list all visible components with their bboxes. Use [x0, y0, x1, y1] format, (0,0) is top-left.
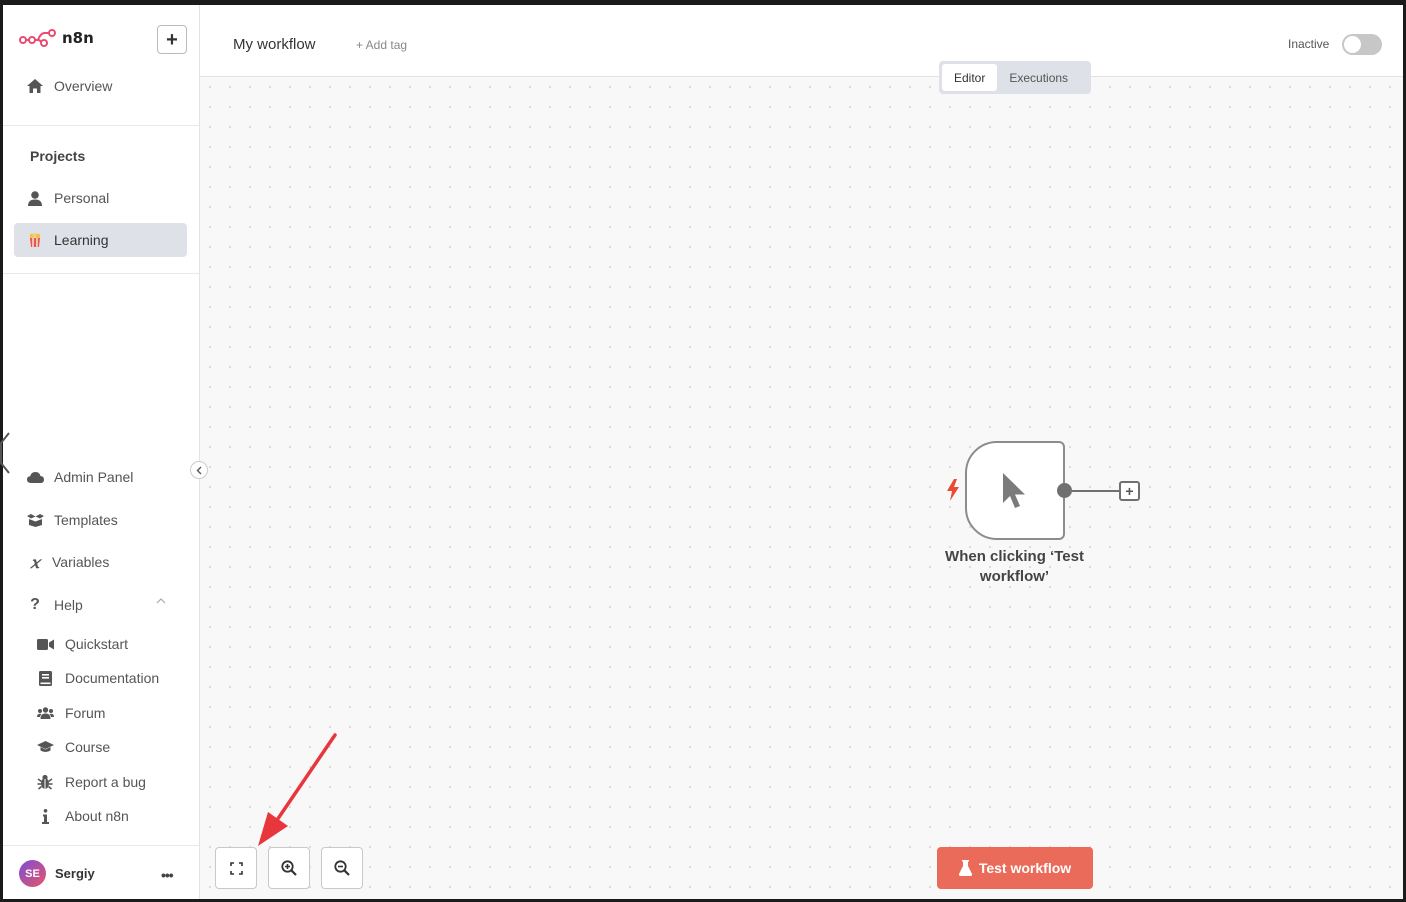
help-item-label: Report a bug: [65, 774, 146, 790]
manual-trigger-node[interactable]: [965, 441, 1065, 540]
node-output-connector: [1072, 490, 1119, 492]
cloud-icon: [25, 471, 45, 483]
user-icon: [25, 190, 45, 206]
sidebar-item-label: Personal: [54, 190, 110, 206]
n8n-logo-icon: [19, 29, 56, 47]
sidebar-item-label: Admin Panel: [54, 469, 134, 485]
logo-text: n8n: [62, 29, 94, 47]
chevron-up-icon: [156, 598, 166, 604]
help-item-label: Forum: [65, 705, 106, 721]
sidebar-item-label: Overview: [54, 78, 113, 94]
question-icon: ?: [30, 596, 40, 613]
variable-icon: 𝑥: [30, 552, 40, 572]
help-item-quickstart[interactable]: Quickstart: [36, 629, 128, 659]
flask-icon: [958, 860, 972, 876]
user-more-button[interactable]: •••: [161, 867, 174, 883]
sidebar-item-variables[interactable]: 𝑥 Variables: [14, 545, 187, 579]
sidebar-item-templates[interactable]: Templates: [14, 503, 187, 537]
help-item-course[interactable]: Course: [36, 732, 110, 762]
help-item-label: About n8n: [65, 808, 129, 824]
video-icon: [36, 638, 54, 650]
node-output-handle[interactable]: [1057, 483, 1072, 498]
test-workflow-label: Test workflow: [978, 860, 1072, 876]
node-label: When clicking ‘Test workflow’: [945, 548, 1084, 585]
trigger-bolt-icon: [946, 479, 960, 506]
cursor-icon: [1003, 472, 1025, 508]
add-next-node-button[interactable]: +: [1119, 481, 1140, 501]
tab-executions[interactable]: Executions: [997, 64, 1080, 91]
help-item-documentation[interactable]: Documentation: [36, 663, 159, 693]
logo[interactable]: n8n: [19, 28, 94, 48]
workflow-name[interactable]: My workflow: [233, 36, 316, 53]
create-button[interactable]: +: [157, 25, 187, 54]
editor-executions-tabs: Editor Executions: [939, 61, 1091, 94]
edge-notch-icon: [0, 432, 10, 474]
collapse-sidebar-button[interactable]: [190, 461, 208, 479]
info-icon: [36, 808, 54, 824]
sidebar-item-overview[interactable]: Overview: [14, 69, 187, 103]
projects-title: Projects: [30, 148, 86, 164]
help-item-report-bug[interactable]: Report a bug: [36, 767, 146, 797]
n8n-app: n8n + Overview Projects Personal Learnin…: [3, 5, 1403, 899]
user-name: Sergiy: [55, 866, 95, 881]
sidebar-item-admin-panel[interactable]: Admin Panel: [14, 460, 187, 494]
zoom-in-button[interactable]: [268, 847, 310, 889]
test-workflow-button[interactable]: Test workflow: [937, 847, 1093, 889]
sidebar-item-personal[interactable]: Personal: [14, 181, 187, 215]
popcorn-icon: [25, 233, 45, 247]
active-status-label: Inactive: [1288, 37, 1330, 51]
sidebar-item-label: Variables: [52, 554, 110, 570]
graduation-cap-icon: [36, 741, 54, 753]
workflow-canvas[interactable]: [200, 77, 1403, 899]
fit-view-icon: [229, 861, 243, 875]
sidebar-item-help[interactable]: ? Help: [14, 588, 187, 622]
help-item-forum[interactable]: Forum: [36, 698, 105, 728]
book-icon: [36, 670, 54, 686]
zoom-out-icon: [334, 860, 350, 876]
users-icon: [36, 707, 54, 719]
help-item-label: Documentation: [65, 670, 160, 686]
help-item-label: Quickstart: [65, 636, 129, 652]
workflow-header: My workflow + Add tag Inactive: [200, 5, 1403, 77]
sidebar-divider: [3, 273, 200, 274]
tab-editor[interactable]: Editor: [942, 64, 998, 91]
sidebar-divider: [3, 125, 200, 126]
sidebar-item-label: Templates: [54, 512, 118, 528]
chevron-left-icon: [196, 466, 202, 474]
home-icon: [25, 79, 45, 93]
zoom-to-fit-button[interactable]: [215, 847, 257, 889]
user-menu[interactable]: SE Sergiy: [19, 860, 95, 887]
bug-icon: [36, 774, 54, 790]
avatar: SE: [19, 860, 46, 887]
sidebar-divider: [3, 845, 200, 846]
sidebar: n8n + Overview Projects Personal Learnin…: [3, 5, 208, 899]
zoom-out-button[interactable]: [321, 847, 363, 889]
help-item-label: Course: [65, 739, 111, 755]
zoom-in-icon: [281, 860, 297, 876]
sidebar-item-learning[interactable]: Learning: [14, 223, 187, 257]
sidebar-item-label: Help: [54, 597, 83, 613]
help-item-about[interactable]: About n8n: [36, 801, 129, 831]
active-toggle[interactable]: [1342, 34, 1382, 55]
add-tag-link[interactable]: + Add tag: [356, 38, 407, 52]
sidebar-item-label: Learning: [54, 232, 109, 248]
box-open-icon: [25, 513, 45, 527]
